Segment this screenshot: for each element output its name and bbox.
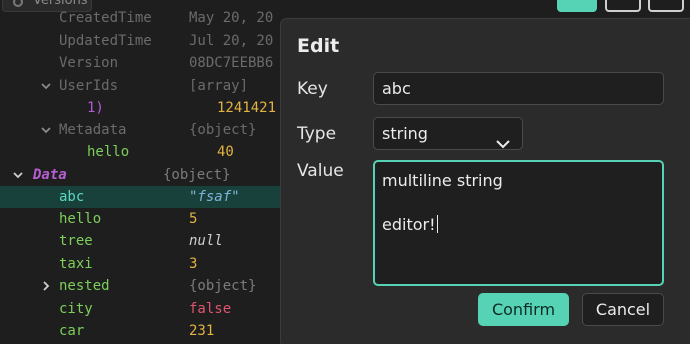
tree-key: nested <box>59 278 110 294</box>
value-line <box>382 192 655 214</box>
tree-key: UpdatedTime <box>59 33 152 49</box>
tree-value: 40 <box>217 144 234 160</box>
tree-value: 08DC7EEBB6 <box>189 55 274 71</box>
value-line: multiline string <box>382 171 503 190</box>
type-label: Type <box>297 124 337 144</box>
tree-key: 1) <box>87 100 104 116</box>
tree-key: hello <box>87 144 130 160</box>
value-label: Value <box>297 161 344 181</box>
tree-key: city <box>59 301 93 317</box>
type-select-value: string <box>382 124 428 143</box>
tree-value: null <box>189 233 223 249</box>
history-icon <box>13 0 23 7</box>
tree-key: hello <box>59 211 102 227</box>
tree-value: 231 <box>189 323 215 339</box>
key-label: Key <box>297 79 328 99</box>
tree-value: [array] <box>189 78 249 94</box>
tree-value: {object} <box>189 278 257 294</box>
tree-key: taxi <box>59 256 93 272</box>
tree-value: May 20, 20 <box>189 10 274 26</box>
key-input[interactable]: abc <box>373 72 664 105</box>
value-textarea[interactable]: multiline string editor! <box>373 160 664 286</box>
tree-value: "fsaf" <box>189 189 240 205</box>
tree-key: CreatedTime <box>59 10 152 26</box>
cancel-button[interactable]: Cancel <box>582 293 664 326</box>
text-cursor <box>436 215 438 233</box>
tree-key: car <box>59 323 85 339</box>
tree-value: {object} <box>189 122 257 138</box>
tree-value: 1241421 <box>217 100 277 116</box>
tree-key: abc <box>59 189 85 205</box>
chevron-down-icon[interactable] <box>13 170 23 180</box>
value-line-with-cursor: editor! <box>382 214 655 236</box>
tree-value: 3 <box>189 256 198 272</box>
type-select[interactable]: string <box>373 117 523 150</box>
tree-value: false <box>189 301 232 317</box>
tree-key: UserIds <box>59 78 119 94</box>
edit-dialog: Edit Key abc Type string Value multiline… <box>280 18 690 344</box>
tree-value: {object} <box>163 167 231 183</box>
tree-key: tree <box>59 233 93 249</box>
value-line: editor! <box>382 215 436 234</box>
tree-key: Metadata <box>59 122 127 138</box>
chevron-down-icon[interactable] <box>41 125 51 135</box>
chevron-down-icon[interactable] <box>41 81 51 91</box>
chevron-down-icon <box>496 128 510 159</box>
tree-key: Data <box>33 167 67 183</box>
tree-value: 5 <box>189 211 198 227</box>
chevron-right-icon[interactable] <box>41 281 51 291</box>
dialog-title: Edit <box>297 35 340 57</box>
confirm-button[interactable]: Confirm <box>478 293 569 326</box>
tree-key: Version <box>59 55 119 71</box>
tree-value: Jul 20, 20 <box>189 33 274 49</box>
